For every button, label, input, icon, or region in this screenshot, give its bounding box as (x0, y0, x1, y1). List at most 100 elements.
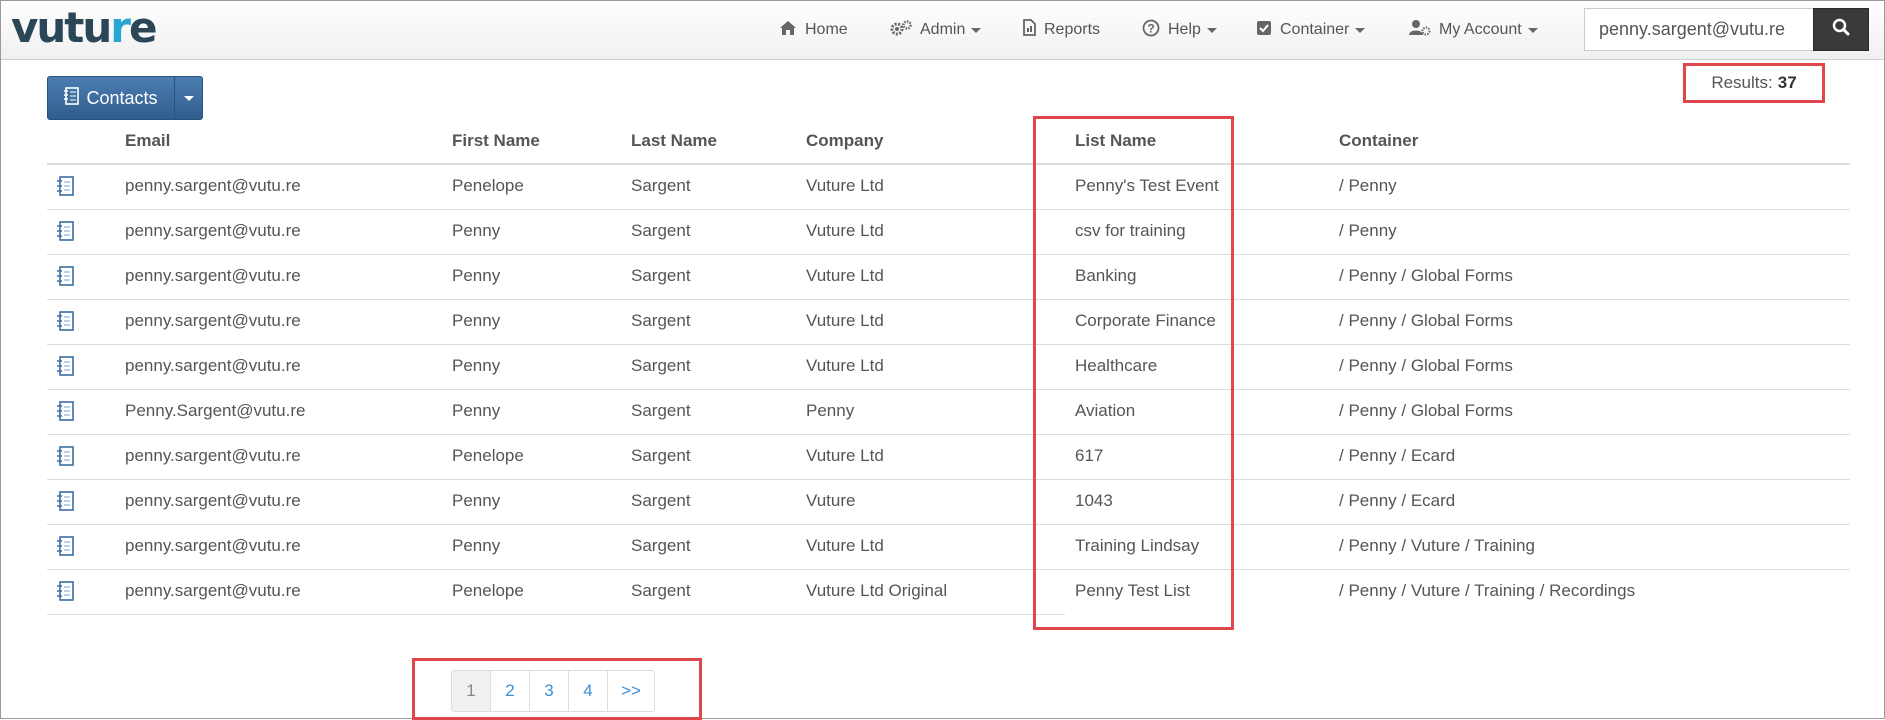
table-row: penny.sargent@vutu.re Penny Sargent Vuture 1… (47, 479, 1850, 525)
cell-first-name: Penny (452, 491, 501, 510)
top-navbar: vuture Home Admin Reports ? Help Contain… (1, 1, 1884, 60)
page-2-button[interactable]: 2 (490, 670, 530, 712)
cell-email: penny.sargent@vutu.re (125, 311, 301, 330)
nav-container[interactable]: Container (1256, 1, 1366, 59)
cell-last-name: Sargent (631, 536, 691, 555)
column-header-container[interactable]: Container (1339, 131, 1418, 153)
contacts-button[interactable]: Contacts (48, 77, 175, 119)
cell-email: penny.sargent@vutu.re (125, 491, 301, 510)
chevron-down-icon (1206, 27, 1217, 33)
column-header-last-name[interactable]: Last Name (631, 131, 717, 153)
cell-container: / Penny / Global Forms (1339, 356, 1513, 375)
contact-card-icon[interactable] (57, 266, 75, 286)
cell-last-name: Sargent (631, 491, 691, 510)
nav-my-account-label: My Account (1439, 21, 1522, 38)
cell-email: penny.sargent@vutu.re (125, 176, 301, 195)
contact-card-icon[interactable] (57, 401, 75, 421)
results-label: Results: (1711, 73, 1773, 92)
search-icon (1832, 18, 1850, 41)
cell-container: / Penny (1339, 176, 1397, 195)
contact-card-icon[interactable] (57, 311, 75, 331)
contact-card-icon[interactable] (57, 491, 75, 511)
nav-container-label: Container (1280, 21, 1350, 38)
table-row: penny.sargent@vutu.re Penelope Sargent Vutu… (47, 434, 1850, 480)
contact-card-icon[interactable] (57, 176, 75, 196)
nav-reports[interactable]: Reports (1023, 1, 1100, 59)
cell-first-name: Penny (452, 311, 501, 330)
cell-container: / Penny / Global Forms (1339, 311, 1513, 330)
cell-company: Vuture Ltd (806, 446, 884, 465)
cell-last-name: Sargent (631, 176, 691, 195)
cell-email: penny.sargent@vutu.re (125, 356, 301, 375)
nav-home-label: Home (805, 21, 848, 38)
cell-last-name: Sargent (631, 401, 691, 420)
cell-first-name: Penelope (452, 446, 524, 465)
cell-company: Vuture (806, 491, 856, 510)
cell-last-name: Sargent (631, 446, 691, 465)
cell-email: penny.sargent@vutu.re (125, 266, 301, 285)
column-header-first-name[interactable]: First Name (452, 131, 540, 153)
cell-container: / Penny / Global Forms (1339, 401, 1513, 420)
table-row: penny.sargent@vutu.re Penelope Sargent Vutu… (47, 569, 1635, 615)
vuture-logo[interactable]: vuture (11, 3, 157, 53)
cell-container: / Penny / Vuture / Training / Recordings (1339, 581, 1636, 600)
list-name-highlight (1033, 116, 1234, 630)
chevron-down-icon (183, 95, 194, 101)
search-input[interactable] (1584, 8, 1813, 51)
cell-first-name: Penelope (452, 176, 524, 195)
contact-card-icon[interactable] (57, 221, 75, 241)
cell-company: Vuture Ltd (806, 536, 884, 555)
contacts-dropdown-toggle[interactable] (175, 77, 202, 119)
address-book-icon (64, 86, 80, 110)
user-cog-icon (1409, 19, 1431, 41)
contact-card-icon[interactable] (57, 356, 75, 376)
nav-my-account[interactable]: My Account (1409, 1, 1538, 59)
results-count: Results: 37 (1683, 63, 1825, 103)
cell-company: Vuture Ltd Original (806, 581, 948, 600)
contacts-split-button: Contacts (47, 76, 203, 120)
cell-first-name: Penny (452, 536, 501, 555)
cell-last-name: Sargent (631, 266, 691, 285)
cell-first-name: Penny (452, 356, 501, 375)
checkbox-square-icon (1256, 20, 1272, 41)
cell-email: penny.sargent@vutu.re (125, 221, 301, 240)
column-header-email[interactable]: Email (125, 131, 170, 153)
cell-email: penny.sargent@vutu.re (125, 536, 301, 555)
next-page-button[interactable]: >> (607, 670, 655, 712)
gears-icon (890, 19, 912, 41)
page-1-button[interactable]: 1 (451, 670, 491, 712)
search-button[interactable] (1813, 8, 1869, 51)
cell-company: Vuture Ltd (806, 311, 884, 330)
table-row: penny.sargent@vutu.re Penny Sargent Vuture … (47, 524, 1850, 570)
nav-admin[interactable]: Admin (890, 1, 982, 59)
page-4-button[interactable]: 4 (568, 670, 608, 712)
nav-home[interactable]: Home (779, 1, 848, 59)
cell-company: Penny (806, 401, 855, 420)
nav-help[interactable]: ? Help (1142, 1, 1217, 59)
home-icon (779, 20, 797, 41)
column-header-company[interactable]: Company (806, 131, 883, 153)
cell-container: / Penny / Ecard (1339, 491, 1456, 510)
cell-container: / Penny / Global Forms (1339, 266, 1513, 285)
cell-email: Penny.Sargent@vutu.re (125, 401, 306, 420)
cell-company: Vuture Ltd (806, 221, 884, 240)
cell-first-name: Penny (452, 401, 501, 420)
results-number: 37 (1777, 73, 1797, 92)
chevron-down-icon (971, 27, 982, 33)
contact-card-icon[interactable] (57, 446, 75, 466)
table-row: penny.sargent@vutu.re Penny Sargent Vuture … (47, 344, 1850, 390)
cell-last-name: Sargent (631, 221, 691, 240)
cell-container: / Penny (1339, 221, 1397, 240)
cell-container: / Penny / Ecard (1339, 446, 1456, 465)
svg-text:?: ? (1147, 21, 1154, 35)
cell-container: / Penny / Vuture / Training (1339, 536, 1535, 555)
cell-email: penny.sargent@vutu.re (125, 581, 301, 600)
chevron-down-icon (1527, 27, 1538, 33)
table-row: penny.sargent@vutu.re Penelope Sargent Vutu… (47, 164, 1850, 210)
cell-company: Vuture Ltd (806, 266, 884, 285)
chevron-down-icon (1355, 27, 1366, 33)
cell-last-name: Sargent (631, 356, 691, 375)
contact-card-icon[interactable] (57, 536, 75, 556)
contact-card-icon[interactable] (57, 581, 75, 601)
page-3-button[interactable]: 3 (529, 670, 569, 712)
